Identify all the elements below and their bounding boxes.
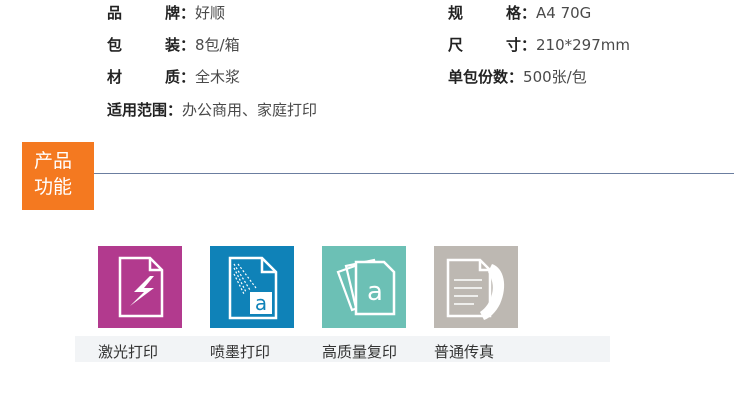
spec-dimensions: 尺寸： 210*297mm [448,35,630,55]
section-divider [94,173,734,174]
feature-label: 喷墨打印 [210,343,271,361]
feature-label: 激光打印 [98,343,159,361]
section-tag-line1: 产品 [34,150,73,172]
feature-label: 普通传真 [434,343,495,361]
spec-size: 规格： A4 70G [448,3,591,23]
spec-sheets-per-pack: 单包份数：500张/包 [448,67,587,87]
spec-value: 500张/包 [523,68,587,86]
feature-copy: a 高质量复印 [322,246,406,361]
spec-label: 适用范围： [107,101,183,119]
spec-value: 8包/箱 [195,36,240,54]
spec-value: A4 70G [536,4,592,22]
section-tag-line2: 功能 [34,176,73,198]
spec-value: 210*297mm [536,36,630,54]
spec-label: 包装： [107,36,195,54]
spec-packing: 包装： 8包/箱 [107,35,240,55]
spec-value: 好顺 [195,4,226,22]
section-tag: 产品 功能 [22,142,94,210]
spec-value: 全木浆 [195,68,241,86]
spec-material: 材质： 全木浆 [107,67,240,87]
fax-icon [434,246,518,328]
spec-label: 规格： [448,4,536,22]
spec-label: 材质： [107,68,195,86]
feature-inkjet-print: a 喷墨打印 [210,246,294,361]
laser-print-icon [98,246,182,328]
spec-usage: 适用范围：办公商用、家庭打印 [107,100,317,120]
spec-label: 单包份数： [448,68,524,86]
spec-label: 品牌： [107,4,195,22]
spec-value: 办公商用、家庭打印 [182,101,318,119]
inkjet-print-icon: a [210,246,294,328]
spec-label: 尺寸： [448,36,536,54]
feature-label: 高质量复印 [322,343,398,361]
feature-fax: 普通传真 [434,246,518,361]
svg-text:a: a [255,291,267,315]
svg-text:a: a [367,277,383,307]
spec-brand: 品牌： 好顺 [107,3,225,23]
copy-icon: a [322,246,406,328]
feature-laser-print: 激光打印 [98,246,182,361]
